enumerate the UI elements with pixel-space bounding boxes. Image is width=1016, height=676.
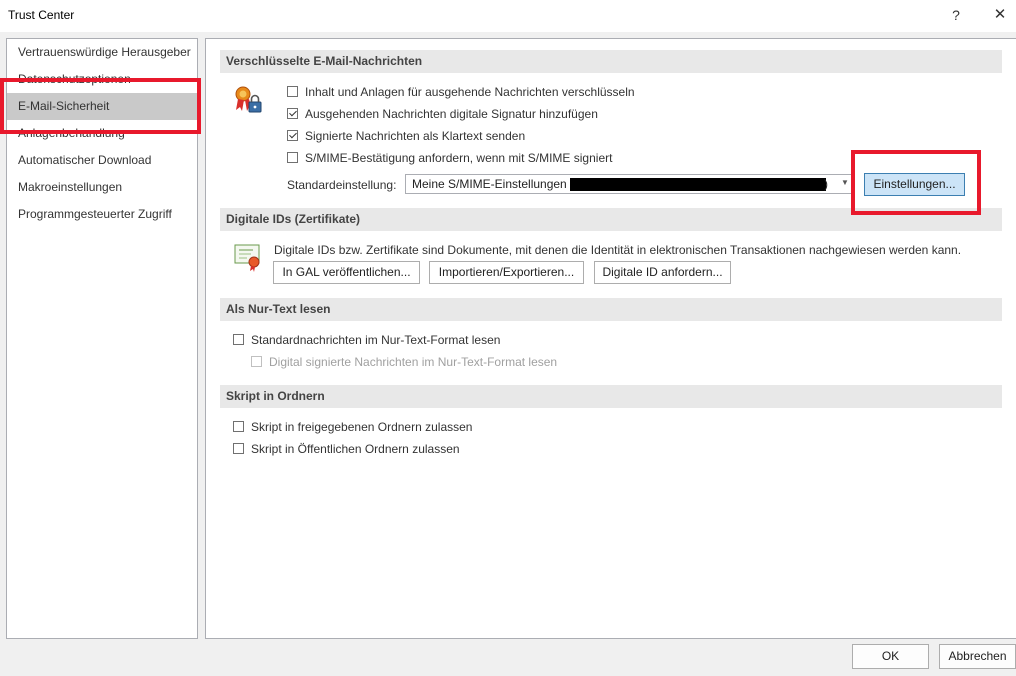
checkbox-label: S/MIME-Bestätigung anfordern, wenn mit S… [305, 151, 613, 165]
sidebar-item-macro-settings[interactable]: Makroeinstellungen [7, 174, 197, 201]
close-icon[interactable]: ✕ [985, 4, 1015, 26]
section-header-encrypted-email: Verschlüsselte E-Mail-Nachrichten [220, 50, 1002, 73]
checkbox-label: Skript in freigegebenen Ordnern zulassen [251, 420, 473, 434]
request-smime-receipt-checkbox[interactable]: S/MIME-Bestätigung anfordern, wenn mit S… [287, 149, 612, 167]
checkbox-label: Digital signierte Nachrichten im Nur-Tex… [269, 355, 558, 369]
checkbox-box[interactable] [287, 108, 298, 119]
read-as-plain-text-checkbox[interactable]: Standardnachrichten im Nur-Text-Format l… [233, 331, 500, 349]
checkbox-box[interactable] [233, 334, 244, 345]
checkbox-box[interactable] [287, 86, 298, 97]
import-export-button[interactable]: Importieren/Exportieren... [429, 261, 584, 284]
script-shared-folders-checkbox[interactable]: Skript in freigegebenen Ordnern zulassen [233, 418, 472, 436]
ok-button[interactable]: OK [852, 644, 929, 669]
sidebar-item-trusted-publishers[interactable]: Vertrauenswürdige Herausgeber [7, 39, 197, 66]
read-signed-as-plain-text-checkbox: Digital signierte Nachrichten im Nur-Tex… [251, 353, 557, 371]
checkbox-box[interactable] [287, 130, 298, 141]
send-clear-text-signed-checkbox[interactable]: Signierte Nachrichten als Klartext sende… [287, 127, 525, 145]
sidebar-item-programmatic-access[interactable]: Programmgesteuerter Zugriff [7, 201, 197, 228]
help-icon[interactable]: ? [941, 4, 971, 26]
dropdown-value: Meine S/MIME-Einstellungen [412, 177, 567, 191]
highlight-box-email-security [0, 78, 201, 134]
window-title: Trust Center [8, 8, 75, 22]
checkbox-label: Ausgehenden Nachrichten digitale Signatu… [305, 107, 598, 121]
default-setting-label: Standardeinstellung: [287, 178, 397, 192]
content-pane: Verschlüsselte E-Mail-Nachrichten Inhalt… [205, 38, 1016, 639]
highlight-box-settings-button [851, 150, 981, 215]
checkbox-box[interactable] [287, 152, 298, 163]
cancel-button[interactable]: Abbrechen [939, 644, 1016, 669]
request-digital-id-button[interactable]: Digitale ID anfordern... [594, 261, 731, 284]
certificate-icon [233, 242, 263, 272]
add-digital-signature-checkbox[interactable]: Ausgehenden Nachrichten digitale Signatu… [287, 105, 598, 123]
sidebar-item-automatic-download[interactable]: Automatischer Download [7, 147, 197, 174]
title-bar: Trust Center ? ✕ [0, 0, 1016, 32]
checkbox-label: Standardnachrichten im Nur-Text-Format l… [251, 333, 501, 347]
publish-to-gal-button[interactable]: In GAL veröffentlichen... [273, 261, 420, 284]
checkbox-label: Signierte Nachrichten als Klartext sende… [305, 129, 526, 143]
redaction-bar [570, 178, 826, 191]
checkbox-box [251, 356, 262, 367]
digital-ids-description: Digitale IDs bzw. Zertifikate sind Dokum… [274, 243, 962, 257]
checkbox-label: Skript in Öffentlichen Ordnern zulassen [251, 442, 460, 456]
checkbox-label: Inhalt und Anlagen für ausgehende Nachri… [305, 85, 635, 99]
checkbox-box[interactable] [233, 443, 244, 454]
section-header-plain-text: Als Nur-Text lesen [220, 298, 1002, 321]
section-header-script-in-folders: Skript in Ordnern [220, 385, 1002, 408]
default-setting-dropdown[interactable]: Meine S/MIME-Einstellungen ) ▼ [405, 174, 855, 194]
encrypt-contents-checkbox[interactable]: Inhalt und Anlagen für ausgehende Nachri… [287, 83, 635, 101]
checkbox-box[interactable] [233, 421, 244, 432]
certificate-lock-icon [232, 83, 264, 115]
script-public-folders-checkbox[interactable]: Skript in Öffentlichen Ordnern zulassen [233, 440, 460, 458]
dropdown-value-tail: ) [824, 177, 828, 191]
